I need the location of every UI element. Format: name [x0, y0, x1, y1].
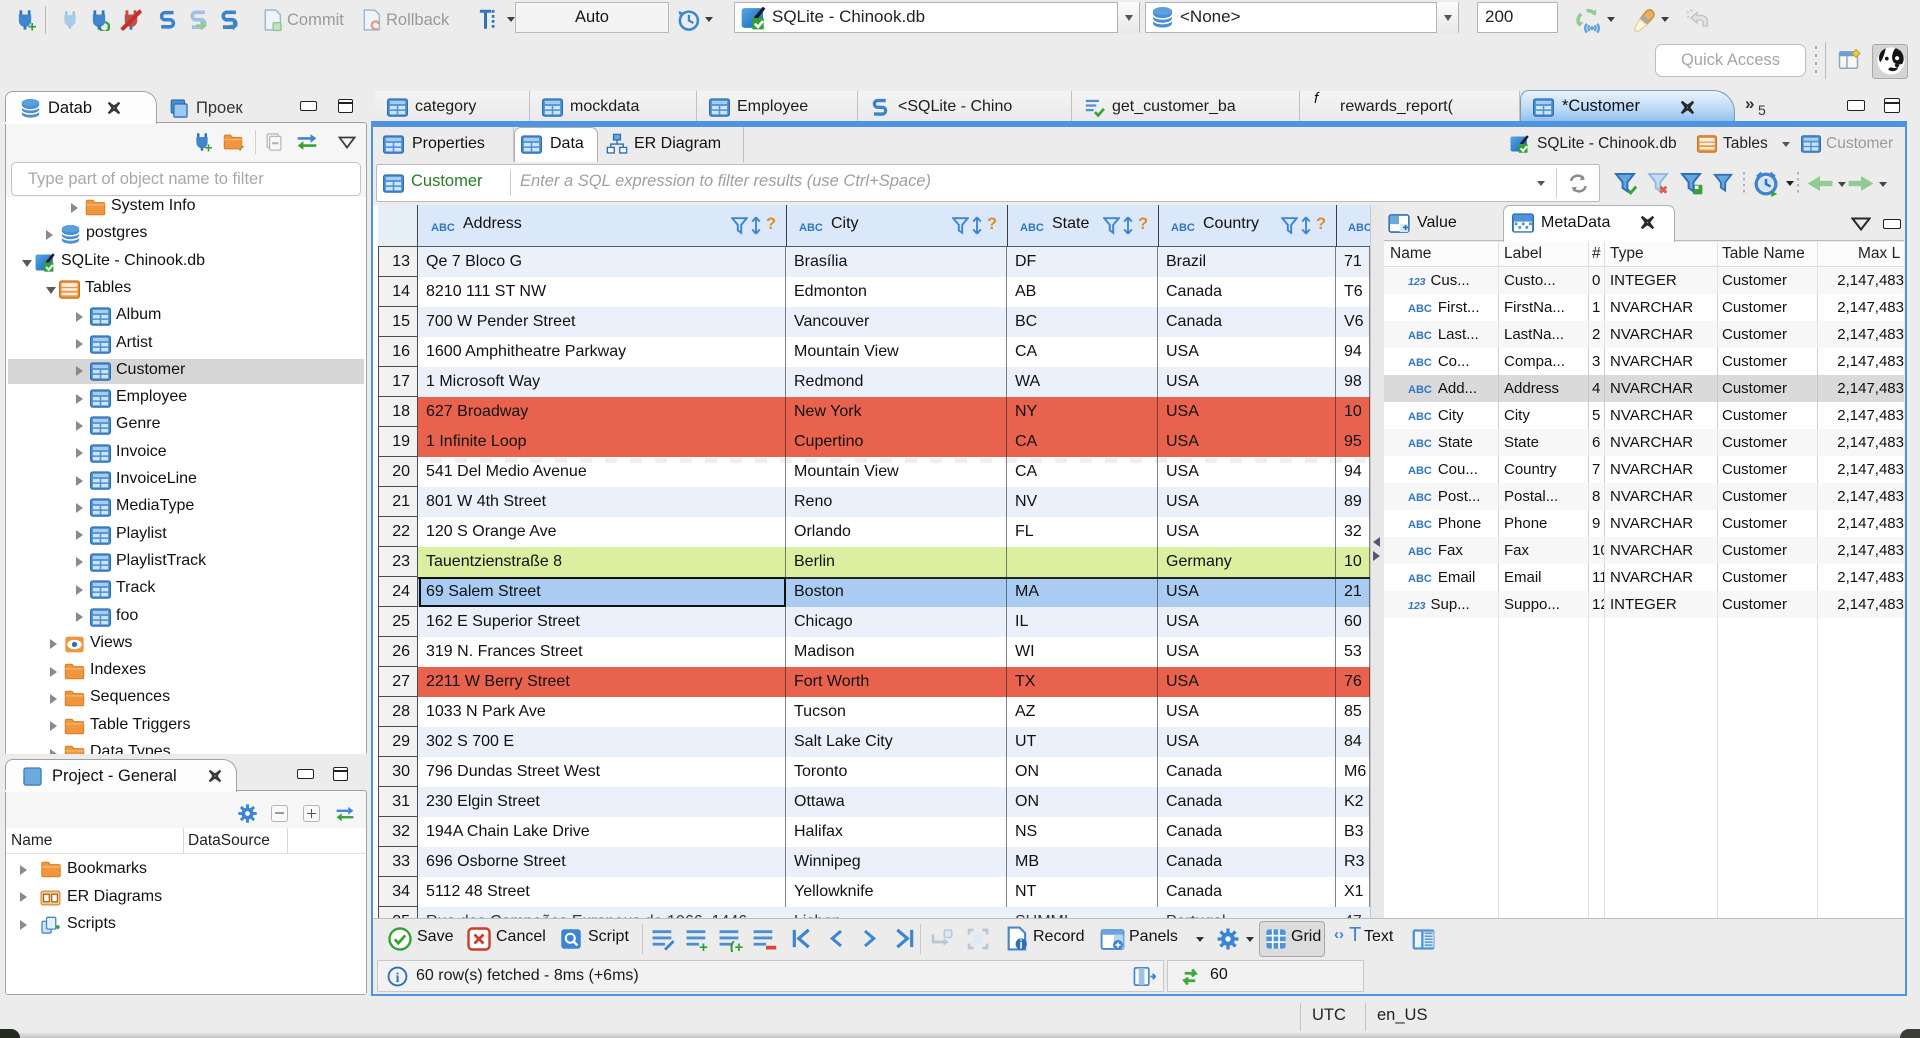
svg-text:+: +: [699, 940, 708, 952]
svg-text:(+): (+): [730, 940, 743, 952]
svg-text:i: i: [396, 970, 400, 985]
svg-text:i: i: [1019, 939, 1022, 952]
